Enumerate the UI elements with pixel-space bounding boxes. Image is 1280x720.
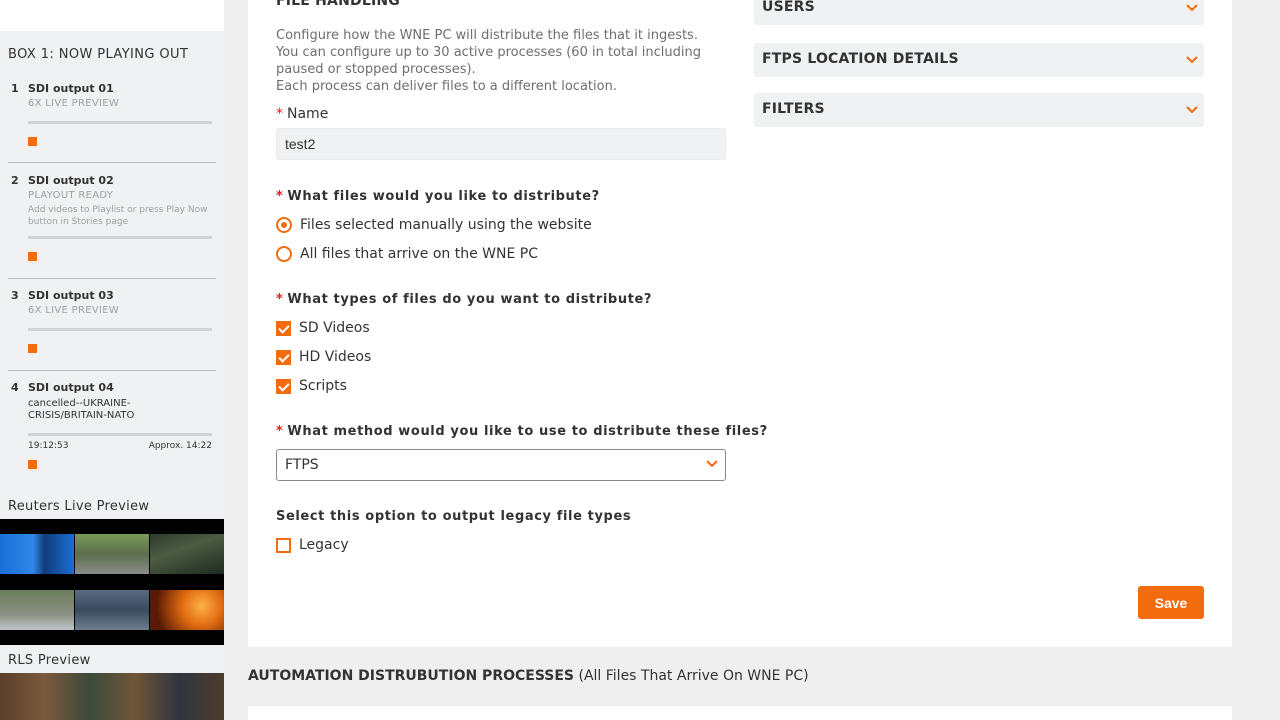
output-name: SDI output 04 [28,381,114,394]
output-hint: Add videos to Playlist or press Play Now… [28,205,208,227]
description-line: Configure how the WNE PC will distribute… [276,28,698,43]
chevron-down-icon [1186,106,1198,114]
radio-manual-option[interactable]: Files selected manually using the websit… [276,217,592,233]
preview-thumbnail[interactable] [75,534,149,574]
output-number: 3 [11,289,19,302]
hd-videos-option[interactable]: HD Videos [276,349,371,365]
stop-square-icon[interactable] [28,460,37,469]
automation-subtitle: (All Files That Arrive On WNE PC) [578,668,809,684]
stop-square-icon[interactable] [28,344,37,353]
box-title: BOX 1: NOW PLAYING OUT [8,47,189,62]
automation-title: AUTOMATION DISTRUBUTION PROCESSES [248,668,575,684]
chevron-down-icon [1186,4,1198,12]
distribute-question-text: What files would you like to distribute? [287,189,600,204]
required-mark: * [276,106,283,122]
chevron-down-icon [706,460,718,468]
radio-manual[interactable] [276,217,292,233]
legacy-heading: Select this option to output legacy file… [276,509,632,524]
legacy-option[interactable]: Legacy [276,537,349,553]
output-progress-track [28,236,212,239]
output-divider [8,162,216,163]
method-select-value: FTPS [285,457,319,473]
output-number: 2 [11,174,19,187]
chevron-down-icon [1186,56,1198,64]
types-question-text: What types of files do you want to distr… [287,292,653,307]
output-name: SDI output 02 [28,174,114,187]
output-status: 6X LIVE PREVIEW [28,305,120,316]
radio-all[interactable] [276,246,292,262]
rls-preview-thumbnail[interactable] [0,673,224,720]
output-number: 4 [11,381,19,394]
output-progress-track [28,121,212,124]
accordion-filters-label: FILTERS [762,101,825,117]
output-name: SDI output 01 [28,82,114,95]
name-label: * Name [276,106,328,122]
automation-section-title: AUTOMATION DISTRUBUTION PROCESSES (All F… [248,668,809,684]
output-name: SDI output 03 [28,289,114,302]
output-progress-track [28,328,212,331]
preview-thumbnail[interactable] [75,590,149,630]
sd-videos-checkbox[interactable] [276,320,291,336]
output-divider [8,370,216,371]
preview-thumbnail[interactable] [150,590,224,630]
save-button[interactable]: Save [1138,586,1204,619]
scripts-label: Scripts [299,378,347,394]
description-line: Each process can deliver files to a diff… [276,79,617,94]
accordion-ftps-location-details[interactable]: FTPS LOCATION DETAILS [754,43,1204,77]
output-story: cancelled--UKRAINE-CRISIS/BRITAIN-NATO [28,398,135,421]
name-input[interactable] [276,128,726,160]
output-number: 1 [11,82,19,95]
name-label-text: Name [287,106,329,122]
sidebar: BOX 1: NOW PLAYING OUT 1 SDI output 01 6… [0,0,224,720]
stop-square-icon[interactable] [28,252,37,261]
output-divider [8,278,216,279]
hd-videos-label: HD Videos [299,349,372,365]
output-time: 19:12:53 [28,441,69,451]
scripts-checkbox[interactable] [276,378,291,394]
legacy-label: Legacy [299,537,349,553]
distribute-question: * What files would you like to distribute… [276,189,600,204]
radio-manual-label: Files selected manually using the websit… [300,217,592,233]
output-approx-time: Approx. 14:22 [148,441,212,451]
radio-all-label: All files that arrive on the WNE PC [300,246,538,262]
rls-preview-title: RLS Preview [8,653,91,668]
preview-thumbnail[interactable] [0,590,74,630]
radio-all-option[interactable]: All files that arrive on the WNE PC [276,246,538,262]
accordion-users-label: USERS [762,0,815,15]
description-line: paused or stopped processes). [276,62,476,77]
reuters-live-preview-grid[interactable] [0,519,224,645]
preview-thumbnail[interactable] [0,534,74,574]
description-line: You can configure up to 30 active proces… [276,45,702,60]
sd-videos-option[interactable]: SD Videos [276,320,370,336]
method-question-text: What method would you like to use to dis… [287,424,768,439]
accordion-users[interactable]: USERS [754,0,1204,25]
sidebar-top-panel [0,0,224,31]
hd-videos-checkbox[interactable] [276,349,291,365]
accordion-ftps-label: FTPS LOCATION DETAILS [762,51,959,67]
method-select[interactable]: FTPS [276,449,726,481]
required-mark: * [276,292,284,307]
output-status: PLAYOUT READY [28,190,114,201]
output-progress-track [28,433,212,436]
required-mark: * [276,189,284,204]
description: Configure how the WNE PC will distribute… [276,27,716,95]
file-handling-panel: FILE HANDLING Configure how the WNE PC w… [248,0,1232,647]
types-question: * What types of files do you want to dist… [276,292,652,307]
legacy-checkbox[interactable] [276,537,291,553]
output-status: 6X LIVE PREVIEW [28,98,120,109]
accordion-filters[interactable]: FILTERS [754,93,1204,127]
scripts-option[interactable]: Scripts [276,378,347,394]
stop-square-icon[interactable] [28,137,37,146]
method-question: * What method would you like to use to di… [276,424,768,439]
sd-videos-label: SD Videos [299,320,370,336]
preview-thumbnail[interactable] [150,534,224,574]
automation-panel [248,706,1232,720]
reuters-live-preview-title: Reuters Live Preview [8,499,150,514]
required-mark: * [276,424,284,439]
section-title: FILE HANDLING [276,0,400,9]
